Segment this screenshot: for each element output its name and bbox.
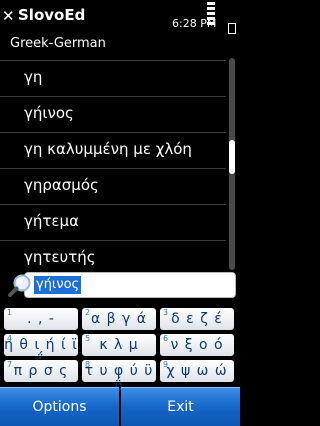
list-item[interactable]: γήτεμα: [0, 204, 226, 240]
softkey-bar: Options Exit: [0, 387, 240, 426]
list-item[interactable]: γη: [0, 60, 226, 96]
list-item[interactable]: γη καλυμμένη με χλόη: [0, 132, 226, 168]
list-item[interactable]: γηρασμός: [0, 168, 226, 204]
key-label: π ρ σ ς: [13, 363, 69, 379]
key-8[interactable]: 8 τ υ φ ύ ϋ ΰ: [81, 359, 157, 395]
list-item-label: γήτεμα: [24, 212, 79, 230]
list-item-label: γηρασμός: [24, 176, 99, 194]
key-2[interactable]: 2 α β γ ά: [81, 307, 157, 331]
scrollbar-thumb[interactable]: [229, 140, 235, 174]
key-label: χ ψ ω ώ: [166, 363, 228, 379]
exit-button-label: Exit: [167, 399, 194, 415]
key-5[interactable]: 5 κ λ μ: [81, 333, 157, 357]
key-4[interactable]: 4 η θ ι ή ί ϊ ΐ: [3, 333, 79, 369]
magnifier-icon: [8, 274, 31, 297]
status-bar: ✕ SlovoEd 6:28 PM: [0, 0, 240, 38]
key-3[interactable]: 3 δ ε ζ έ: [159, 307, 235, 331]
signal-strength-icon: [207, 2, 215, 26]
key-label: . , -: [27, 311, 55, 327]
key-9[interactable]: 9 χ ψ ω ώ: [159, 359, 235, 383]
key-7[interactable]: 7 π ρ σ ς: [3, 359, 79, 383]
keypad: 1 . , - 2 α β γ ά 3 δ ε ζ έ 4 η θ ι ή ί …: [3, 307, 237, 395]
app-title: SlovoEd: [18, 6, 86, 24]
battery-icon: [228, 2, 236, 34]
list-item-label: γήινος: [24, 104, 74, 122]
close-icon[interactable]: ✕: [2, 7, 15, 25]
search-row: γήινος: [0, 270, 240, 306]
key-label: ν ξ ο ό: [170, 337, 224, 353]
key-6[interactable]: 6 ν ξ ο ό: [159, 333, 235, 357]
list-item-label: γη: [24, 68, 43, 86]
search-input[interactable]: γήινος: [24, 272, 236, 298]
list-item[interactable]: γήινος: [0, 96, 226, 132]
list-item-label: γη καλυμμένη με χλόη: [24, 140, 192, 158]
dictionary-direction-label: Greek-German: [10, 36, 106, 51]
options-button-label: Options: [32, 399, 87, 415]
key-label: κ λ μ: [99, 337, 139, 353]
options-button[interactable]: Options: [0, 387, 119, 426]
word-list: γη γήινος γη καλυμμένη με χλόη γηρασμός …: [0, 60, 226, 276]
list-item-label: γητευτής: [24, 248, 96, 266]
key-label: α β γ ά: [90, 311, 148, 327]
search-input-value: γήινος: [34, 276, 82, 294]
key-label: δ ε ζ έ: [171, 311, 223, 327]
key-1[interactable]: 1 . , -: [3, 307, 79, 331]
exit-button[interactable]: Exit: [121, 387, 240, 426]
